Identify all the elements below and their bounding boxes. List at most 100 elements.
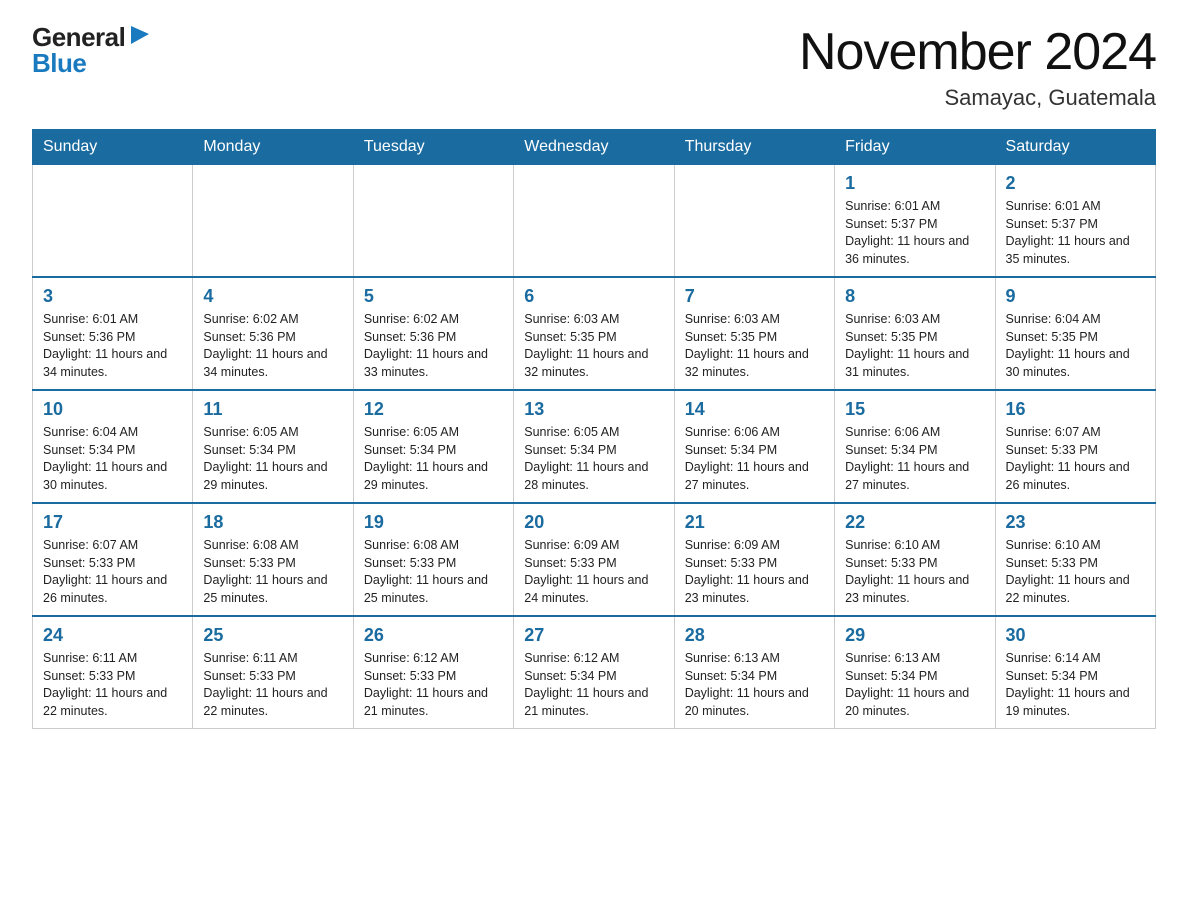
table-row: 21 Sunrise: 6:09 AM Sunset: 5:33 PM Dayli…	[674, 503, 834, 616]
table-row: 5 Sunrise: 6:02 AM Sunset: 5:36 PM Daylig…	[353, 277, 513, 390]
calendar-week-row: 10 Sunrise: 6:04 AM Sunset: 5:34 PM Dayli…	[33, 390, 1156, 503]
day-info: Sunrise: 6:09 AM Sunset: 5:33 PM Dayligh…	[524, 537, 663, 607]
day-number: 30	[1006, 625, 1145, 646]
table-row: 12 Sunrise: 6:05 AM Sunset: 5:34 PM Dayli…	[353, 390, 513, 503]
table-row: 25 Sunrise: 6:11 AM Sunset: 5:33 PM Dayli…	[193, 616, 353, 729]
day-info: Sunrise: 6:03 AM Sunset: 5:35 PM Dayligh…	[845, 311, 984, 381]
day-number: 20	[524, 512, 663, 533]
table-row: 29 Sunrise: 6:13 AM Sunset: 5:34 PM Dayli…	[835, 616, 995, 729]
day-info: Sunrise: 6:06 AM Sunset: 5:34 PM Dayligh…	[845, 424, 984, 494]
header-sunday: Sunday	[33, 130, 193, 165]
day-number: 3	[43, 286, 182, 307]
page-header: General Blue November 2024 Samayac, Guat…	[32, 24, 1156, 111]
table-row: 13 Sunrise: 6:05 AM Sunset: 5:34 PM Dayli…	[514, 390, 674, 503]
day-info: Sunrise: 6:13 AM Sunset: 5:34 PM Dayligh…	[685, 650, 824, 720]
day-number: 2	[1006, 173, 1145, 194]
table-row: 7 Sunrise: 6:03 AM Sunset: 5:35 PM Daylig…	[674, 277, 834, 390]
table-row: 22 Sunrise: 6:10 AM Sunset: 5:33 PM Dayli…	[835, 503, 995, 616]
table-row: 14 Sunrise: 6:06 AM Sunset: 5:34 PM Dayli…	[674, 390, 834, 503]
day-info: Sunrise: 6:03 AM Sunset: 5:35 PM Dayligh…	[524, 311, 663, 381]
day-info: Sunrise: 6:08 AM Sunset: 5:33 PM Dayligh…	[364, 537, 503, 607]
day-info: Sunrise: 6:08 AM Sunset: 5:33 PM Dayligh…	[203, 537, 342, 607]
day-number: 6	[524, 286, 663, 307]
table-row: 30 Sunrise: 6:14 AM Sunset: 5:34 PM Dayli…	[995, 616, 1155, 729]
table-row: 9Sunrise: 6:04 AM Sunset: 5:35 PM Daylig…	[995, 277, 1155, 390]
day-number: 16	[1006, 399, 1145, 420]
table-row: 3 Sunrise: 6:01 AM Sunset: 5:36 PM Daylig…	[33, 277, 193, 390]
day-number: 4	[203, 286, 342, 307]
day-number: 22	[845, 512, 984, 533]
logo: General Blue	[32, 24, 149, 77]
calendar-week-row: 24Sunrise: 6:11 AM Sunset: 5:33 PM Dayli…	[33, 616, 1156, 729]
table-row: 15Sunrise: 6:06 AM Sunset: 5:34 PM Dayli…	[835, 390, 995, 503]
day-number: 7	[685, 286, 824, 307]
table-row: 17Sunrise: 6:07 AM Sunset: 5:33 PM Dayli…	[33, 503, 193, 616]
day-info: Sunrise: 6:05 AM Sunset: 5:34 PM Dayligh…	[524, 424, 663, 494]
day-info: Sunrise: 6:03 AM Sunset: 5:35 PM Dayligh…	[685, 311, 824, 381]
day-info: Sunrise: 6:05 AM Sunset: 5:34 PM Dayligh…	[203, 424, 342, 494]
day-number: 27	[524, 625, 663, 646]
day-info: Sunrise: 6:14 AM Sunset: 5:34 PM Dayligh…	[1006, 650, 1145, 720]
day-info: Sunrise: 6:02 AM Sunset: 5:36 PM Dayligh…	[364, 311, 503, 381]
day-info: Sunrise: 6:06 AM Sunset: 5:34 PM Dayligh…	[685, 424, 824, 494]
table-row: 1Sunrise: 6:01 AM Sunset: 5:37 PM Daylig…	[835, 165, 995, 278]
day-number: 18	[203, 512, 342, 533]
calendar-table: Sunday Monday Tuesday Wednesday Thursday…	[32, 129, 1156, 729]
table-row: 8 Sunrise: 6:03 AM Sunset: 5:35 PM Daylig…	[835, 277, 995, 390]
calendar-week-row: 17Sunrise: 6:07 AM Sunset: 5:33 PM Dayli…	[33, 503, 1156, 616]
table-row: 11 Sunrise: 6:05 AM Sunset: 5:34 PM Dayli…	[193, 390, 353, 503]
day-info: Sunrise: 6:04 AM Sunset: 5:35 PM Dayligh…	[1006, 311, 1145, 381]
table-row: 20 Sunrise: 6:09 AM Sunset: 5:33 PM Dayli…	[514, 503, 674, 616]
table-row: 16 Sunrise: 6:07 AM Sunset: 5:33 PM Dayli…	[995, 390, 1155, 503]
table-row: 19 Sunrise: 6:08 AM Sunset: 5:33 PM Dayli…	[353, 503, 513, 616]
day-info: Sunrise: 6:13 AM Sunset: 5:34 PM Dayligh…	[845, 650, 984, 720]
table-row: 28Sunrise: 6:13 AM Sunset: 5:34 PM Dayli…	[674, 616, 834, 729]
table-row: 10 Sunrise: 6:04 AM Sunset: 5:34 PM Dayli…	[33, 390, 193, 503]
logo-triangle-icon	[127, 26, 149, 44]
table-row: 23Sunrise: 6:10 AM Sunset: 5:33 PM Dayli…	[995, 503, 1155, 616]
day-info: Sunrise: 6:07 AM Sunset: 5:33 PM Dayligh…	[1006, 424, 1145, 494]
day-number: 8	[845, 286, 984, 307]
table-row	[353, 165, 513, 278]
day-info: Sunrise: 6:01 AM Sunset: 5:37 PM Dayligh…	[845, 198, 984, 268]
day-info: Sunrise: 6:11 AM Sunset: 5:33 PM Dayligh…	[43, 650, 182, 720]
day-info: Sunrise: 6:12 AM Sunset: 5:33 PM Dayligh…	[364, 650, 503, 720]
day-number: 13	[524, 399, 663, 420]
logo-blue-text: Blue	[32, 48, 86, 78]
day-info: Sunrise: 6:09 AM Sunset: 5:33 PM Dayligh…	[685, 537, 824, 607]
day-number: 11	[203, 399, 342, 420]
day-info: Sunrise: 6:04 AM Sunset: 5:34 PM Dayligh…	[43, 424, 182, 494]
calendar-week-row: 3 Sunrise: 6:01 AM Sunset: 5:36 PM Daylig…	[33, 277, 1156, 390]
calendar-week-row: 1Sunrise: 6:01 AM Sunset: 5:37 PM Daylig…	[33, 165, 1156, 278]
table-row: 2 Sunrise: 6:01 AM Sunset: 5:37 PM Daylig…	[995, 165, 1155, 278]
header-monday: Monday	[193, 130, 353, 165]
day-info: Sunrise: 6:01 AM Sunset: 5:37 PM Dayligh…	[1006, 198, 1145, 268]
day-number: 19	[364, 512, 503, 533]
day-info: Sunrise: 6:12 AM Sunset: 5:34 PM Dayligh…	[524, 650, 663, 720]
day-number: 14	[685, 399, 824, 420]
day-number: 25	[203, 625, 342, 646]
day-info: Sunrise: 6:11 AM Sunset: 5:33 PM Dayligh…	[203, 650, 342, 720]
day-number: 29	[845, 625, 984, 646]
day-number: 21	[685, 512, 824, 533]
calendar-header-row: Sunday Monday Tuesday Wednesday Thursday…	[33, 130, 1156, 165]
day-number: 12	[364, 399, 503, 420]
title-block: November 2024 Samayac, Guatemala	[799, 24, 1156, 111]
header-saturday: Saturday	[995, 130, 1155, 165]
day-number: 10	[43, 399, 182, 420]
table-row: 4Sunrise: 6:02 AM Sunset: 5:36 PM Daylig…	[193, 277, 353, 390]
day-number: 23	[1006, 512, 1145, 533]
day-info: Sunrise: 6:05 AM Sunset: 5:34 PM Dayligh…	[364, 424, 503, 494]
month-year-title: November 2024	[799, 24, 1156, 81]
day-info: Sunrise: 6:01 AM Sunset: 5:36 PM Dayligh…	[43, 311, 182, 381]
header-thursday: Thursday	[674, 130, 834, 165]
header-wednesday: Wednesday	[514, 130, 674, 165]
day-info: Sunrise: 6:10 AM Sunset: 5:33 PM Dayligh…	[845, 537, 984, 607]
location-subtitle: Samayac, Guatemala	[799, 85, 1156, 111]
day-number: 5	[364, 286, 503, 307]
table-row	[193, 165, 353, 278]
table-row: 18 Sunrise: 6:08 AM Sunset: 5:33 PM Dayli…	[193, 503, 353, 616]
table-row	[33, 165, 193, 278]
table-row: 27 Sunrise: 6:12 AM Sunset: 5:34 PM Dayli…	[514, 616, 674, 729]
table-row: 6 Sunrise: 6:03 AM Sunset: 5:35 PM Daylig…	[514, 277, 674, 390]
